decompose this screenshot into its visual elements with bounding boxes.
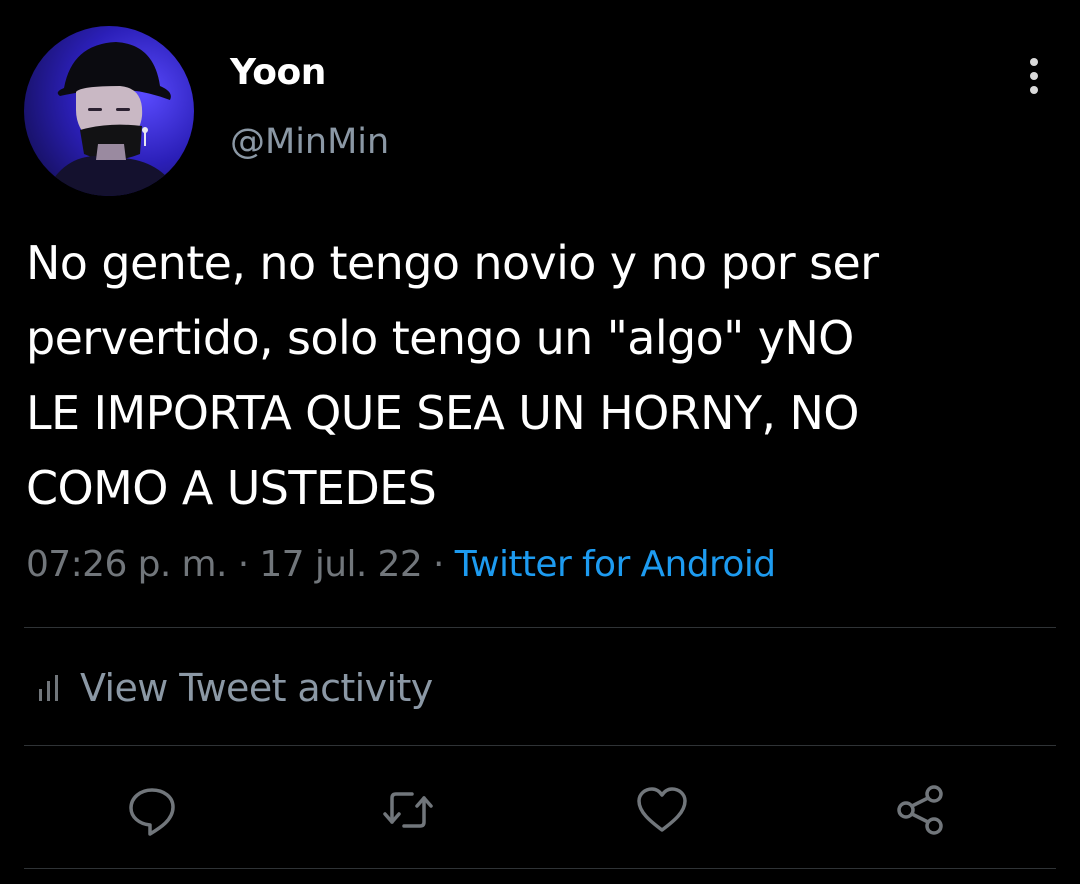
tweet-metadata: 07:26 p. m. · 17 jul. 22 · Twitter for A… — [26, 544, 776, 585]
like-button[interactable] — [634, 782, 690, 838]
tweet-time: 07:26 p. m. — [26, 544, 227, 585]
reply-icon — [129, 788, 175, 836]
more-dot-icon — [1030, 72, 1038, 80]
share-button[interactable] — [892, 782, 948, 838]
user-handle[interactable]: @MinMin — [230, 122, 389, 162]
bar-chart-icon — [39, 675, 58, 701]
tweet-date: 17 jul. 22 — [259, 544, 423, 585]
divider — [24, 627, 1056, 628]
avatar[interactable] — [24, 26, 194, 196]
share-icon — [897, 785, 943, 835]
more-options-button[interactable] — [1014, 56, 1054, 96]
tweet-source-link[interactable]: Twitter for Android — [455, 544, 776, 585]
meta-separator: · — [237, 544, 249, 585]
divider — [24, 868, 1056, 869]
tweet-text: No gente, no tengo novio y no por ser pe… — [26, 236, 879, 515]
display-name[interactable]: Yoon — [230, 52, 326, 93]
heart-icon — [637, 787, 687, 832]
tweet-detail: Yoon @MinMin No gente, no tengo novio y … — [0, 0, 1080, 884]
more-dot-icon — [1030, 58, 1038, 66]
retweet-button[interactable] — [380, 782, 436, 838]
reply-button[interactable] — [124, 782, 180, 838]
view-tweet-activity-button[interactable]: View Tweet activity — [36, 663, 433, 713]
more-dot-icon — [1030, 86, 1038, 94]
meta-separator: · — [433, 544, 444, 585]
divider — [24, 745, 1056, 746]
view-tweet-activity-label: View Tweet activity — [80, 666, 433, 710]
retweet-icon — [383, 792, 433, 828]
